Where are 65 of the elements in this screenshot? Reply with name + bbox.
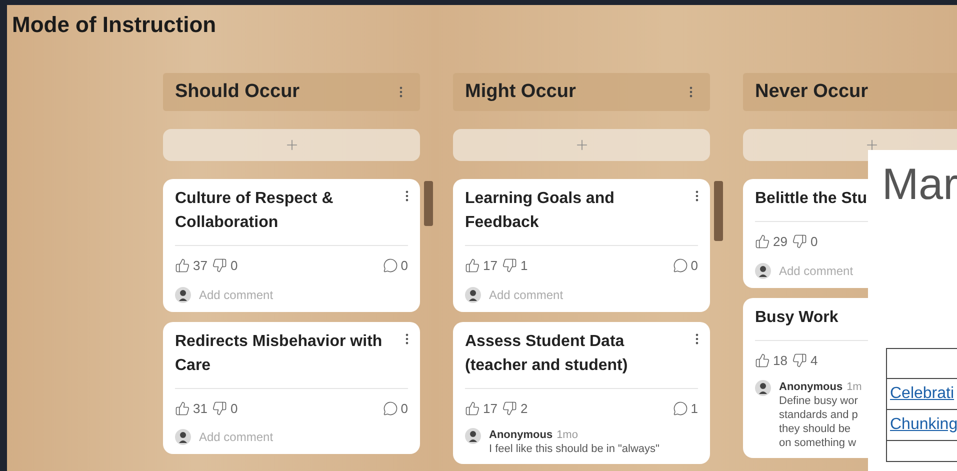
thumbs-up-icon[interactable] bbox=[175, 258, 190, 274]
comment-time: 1m bbox=[846, 380, 862, 394]
card-title: Assess Student Data (teacher and student) bbox=[465, 332, 629, 376]
comment-text: Define busy wor bbox=[779, 394, 859, 408]
dislike-count: 0 bbox=[230, 257, 238, 275]
card[interactable]: Learning Goals and Feedback 17 1 0 Add comment bbox=[453, 179, 710, 312]
comment-icon[interactable] bbox=[672, 400, 688, 416]
dislike-count: 0 bbox=[230, 400, 238, 418]
thumbs-down-icon[interactable] bbox=[502, 400, 518, 416]
like-count: 17 bbox=[483, 400, 498, 418]
avatar-icon bbox=[755, 380, 771, 396]
thumbs-up-icon[interactable] bbox=[465, 400, 480, 416]
thumbs-up-icon[interactable] bbox=[465, 258, 480, 274]
table-link[interactable]: Celebrati bbox=[890, 382, 954, 406]
comment-time: 1mo bbox=[556, 428, 578, 442]
column-title: Might Occur bbox=[465, 80, 576, 104]
thumbs-down-icon[interactable] bbox=[212, 258, 228, 274]
comment-text: I feel like this should be in "always" bbox=[489, 442, 660, 456]
card-title: Busy Work bbox=[755, 308, 838, 328]
thumbs-up-icon[interactable] bbox=[755, 234, 770, 250]
comment-author: Anonymous bbox=[489, 428, 553, 442]
column-title: Never Occur bbox=[755, 80, 868, 104]
like-count: 37 bbox=[193, 257, 208, 275]
card[interactable]: Assess Student Data (teacher and student) 17 2 1 Anonymous 1mo I feel like this should be in "always" bbox=[453, 322, 710, 464]
like-count: 18 bbox=[773, 352, 788, 370]
card[interactable]: Redirects Misbehavior with Care 31 0 0 Add comment bbox=[163, 322, 420, 454]
avatar-icon bbox=[755, 262, 771, 278]
card[interactable]: Culture of Respect & Collaboration 37 0 0 Add comment bbox=[163, 179, 420, 312]
dislike-count: 0 bbox=[810, 233, 818, 251]
thumbs-down-icon[interactable] bbox=[792, 234, 808, 250]
thumbs-up-icon[interactable] bbox=[755, 352, 770, 368]
like-count: 17 bbox=[483, 257, 498, 275]
scrollbar-thumb[interactable] bbox=[714, 181, 723, 241]
board-title: Mode of Instruction bbox=[12, 12, 216, 37]
comment-count: 0 bbox=[400, 257, 408, 275]
table-link[interactable]: Chunking bbox=[890, 413, 957, 437]
avatar-icon bbox=[175, 429, 191, 445]
scrollbar-thumb[interactable] bbox=[424, 181, 433, 226]
comment-count: 0 bbox=[400, 400, 408, 418]
dislike-count: 4 bbox=[810, 352, 818, 370]
avatar-icon bbox=[465, 428, 481, 444]
comment-author: Anonymous bbox=[779, 380, 843, 394]
like-count: 31 bbox=[193, 400, 208, 418]
avatar-icon bbox=[175, 286, 191, 302]
comment-text: on something w bbox=[779, 436, 858, 450]
card-title: Belittle the Stu bbox=[755, 189, 868, 209]
card-title: Culture of Respect & Collaboration bbox=[175, 189, 334, 233]
dislike-count: 1 bbox=[520, 257, 528, 275]
thumbs-down-icon[interactable] bbox=[502, 258, 518, 274]
thumbs-down-icon[interactable] bbox=[212, 400, 228, 416]
comment-icon[interactable] bbox=[672, 258, 688, 274]
dislike-count: 2 bbox=[520, 400, 528, 418]
column-title: Should Occur bbox=[175, 80, 300, 104]
comment-count: 0 bbox=[690, 257, 698, 275]
comment-text: they should be bbox=[779, 422, 852, 436]
comment-text: standards and p bbox=[779, 408, 859, 422]
comment-count: 1 bbox=[690, 400, 698, 418]
comment-icon[interactable] bbox=[382, 258, 398, 274]
card-title: Redirects Misbehavior with Care bbox=[175, 332, 384, 376]
card-title: Learning Goals and Feedback bbox=[465, 189, 616, 233]
thumbs-up-icon[interactable] bbox=[175, 400, 190, 416]
thumbs-down-icon[interactable] bbox=[792, 352, 808, 368]
like-count: 29 bbox=[773, 233, 788, 251]
avatar-icon bbox=[465, 286, 481, 302]
comment-icon[interactable] bbox=[382, 400, 398, 416]
